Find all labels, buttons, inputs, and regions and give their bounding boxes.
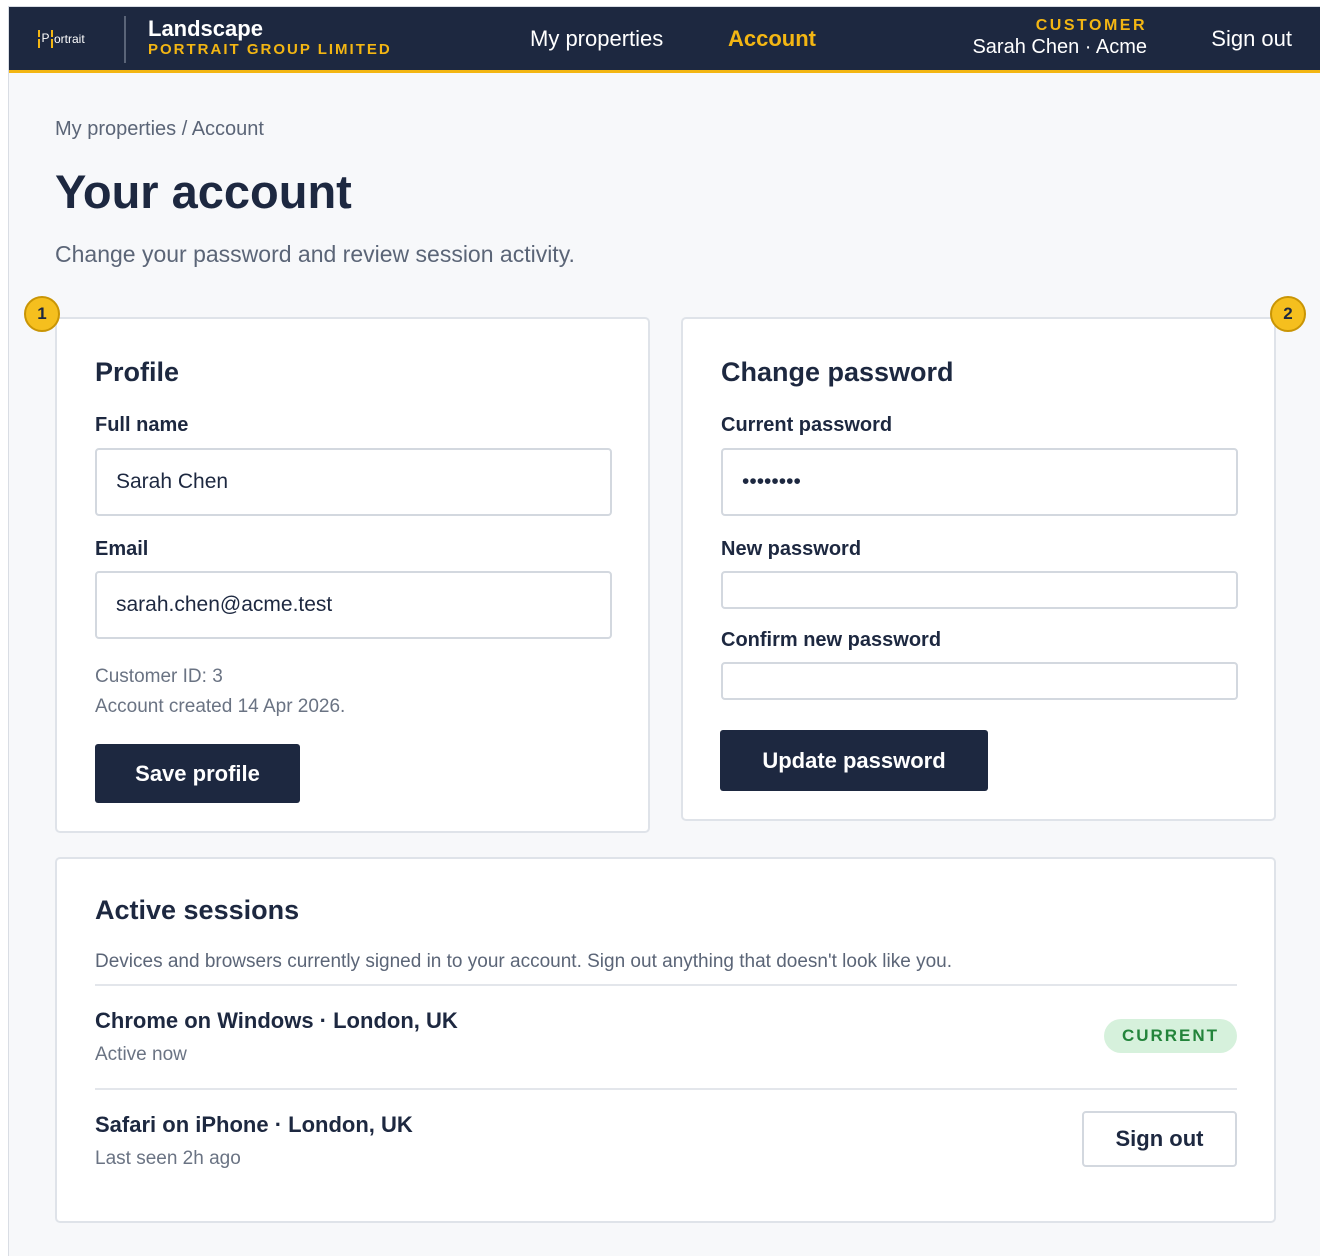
change-password-card: Change password Current password New pas… [681,317,1276,821]
active-sessions-title: Active sessions [95,895,300,925]
current-session-badge: CURRENT [1104,1019,1237,1053]
session-time: Last seen 2h ago [95,1148,241,1169]
page-title: Your account [55,165,352,218]
session-time: Active now [95,1044,187,1065]
email-input[interactable] [95,571,612,639]
current-password-label: Current password [721,414,893,436]
account-created: Account created 14 Apr 2026. [95,696,346,717]
brand-subtitle: PORTRAIT GROUP LIMITED [148,41,392,58]
session-row-divider [95,1088,1237,1090]
user-info: CUSTOMER Sarah Chen · Acme [972,17,1147,59]
logo-bracket-icon: P [38,30,53,48]
email-label: Email [95,538,149,560]
user-role: CUSTOMER [1035,17,1147,34]
logo-text: ortrait [54,32,85,46]
full-name-input[interactable] [95,448,612,516]
save-profile-button[interactable]: Save profile [95,744,300,803]
new-password-input[interactable] [721,571,1238,609]
breadcrumb: My properties / Account [55,118,264,140]
current-password-input[interactable] [721,448,1238,516]
sessions-description: Devices and browsers currently signed in… [95,951,952,972]
app-frame: P ortrait Landscape PORTRAIT GROUP LIMIT… [8,6,1320,1256]
new-password-label: New password [721,538,862,560]
brand-divider [124,16,126,63]
marker-1: 1 [24,296,60,332]
nav-account[interactable]: Account [728,26,816,52]
profile-title: Profile [95,357,180,387]
nav-my-properties[interactable]: My properties [530,26,663,52]
profile-card: Profile Full name Email Customer ID: 3 A… [55,317,650,833]
sessions-divider [95,984,1237,986]
full-name-label: Full name [95,414,189,436]
marker-2: 2 [1270,296,1306,332]
confirm-password-label: Confirm new password [721,629,942,651]
session-sign-out-button[interactable]: Sign out [1082,1111,1237,1167]
session-device: Safari on iPhone · London, UK [95,1112,413,1137]
active-sessions-card: Active sessions Devices and browsers cur… [55,857,1276,1223]
sign-out-link[interactable]: Sign out [1211,26,1292,52]
page-subtitle: Change your password and review session … [55,241,575,267]
confirm-password-input[interactable] [721,662,1238,700]
brand-name: Landscape [148,16,263,41]
portrait-logo[interactable]: P ortrait [38,29,85,49]
customer-id: Customer ID: 3 [95,666,223,687]
user-name: Sarah Chen · Acme [972,36,1147,58]
brand-block: Landscape PORTRAIT GROUP LIMITED [148,16,392,59]
top-navigation-bar: P ortrait Landscape PORTRAIT GROUP LIMIT… [9,7,1320,73]
update-password-button[interactable]: Update password [720,730,988,791]
change-password-title: Change password [721,357,954,387]
session-device: Chrome on Windows · London, UK [95,1008,458,1033]
